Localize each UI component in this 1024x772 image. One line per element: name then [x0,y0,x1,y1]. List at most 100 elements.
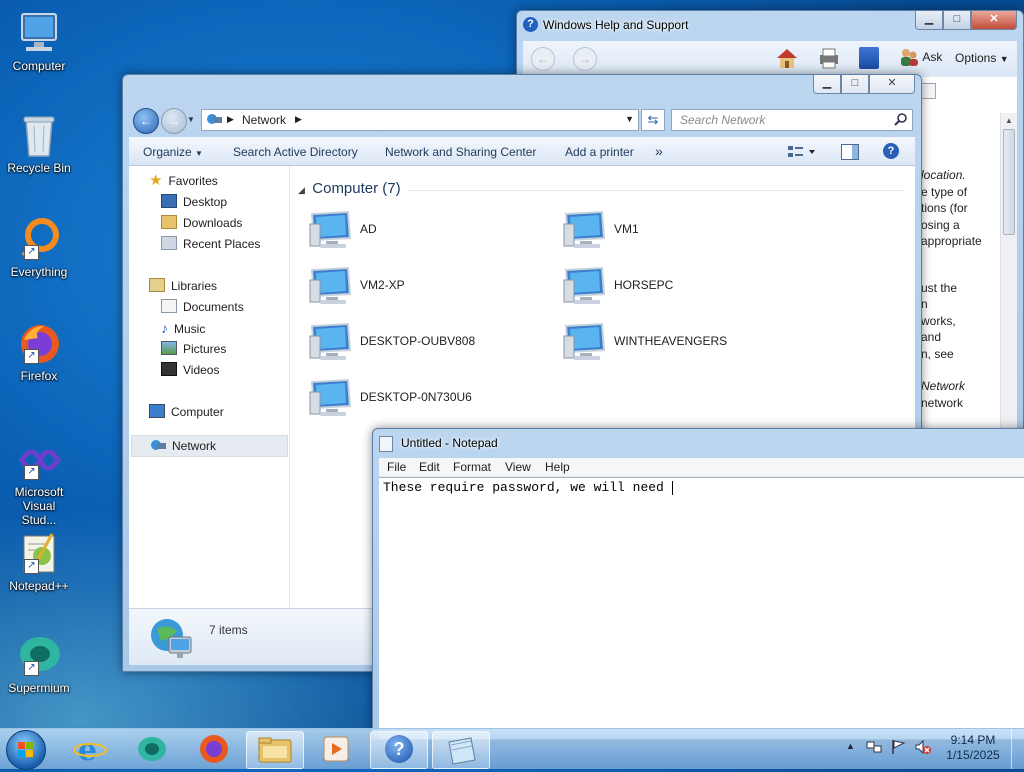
taskbar-firefox[interactable] [186,731,242,767]
nav-label: Music [174,322,206,336]
more-commands-button[interactable]: » [655,143,663,159]
nav-videos[interactable]: Videos [161,361,219,379]
close-button[interactable]: ✕ [869,75,915,94]
item-count: 7 items [209,623,248,637]
desktop-icon-recycle-bin[interactable]: Recycle Bin [4,112,74,175]
recent-places-icon [161,236,177,250]
star-icon: ★ [149,172,163,189]
computer-icon [308,210,352,250]
notepadpp-icon: ↗ [16,530,62,576]
nav-libraries[interactable]: Libraries [149,277,217,295]
scroll-up-arrow[interactable]: ▲ [1001,113,1017,129]
nav-downloads[interactable]: Downloads [161,214,242,232]
search-help-button[interactable] [920,83,936,99]
menu-format[interactable]: Format [453,460,491,474]
desktop-icon-label: Firefox [20,369,58,383]
taskbar-windows-explorer[interactable] [246,731,304,769]
help-line: e type of [921,184,968,199]
minimize-button[interactable]: ▁ [813,75,841,94]
nav-label: Pictures [183,342,227,356]
internet-explorer-icon: e [73,733,107,768]
action-center-flag-icon[interactable] [890,739,906,755]
desktop-icon-label: Notepad++ [9,579,69,593]
notepad-text-area[interactable]: These require password, we will need [379,477,1024,739]
search-input[interactable]: Search Network [671,109,913,131]
back-button[interactable]: ← [133,108,159,134]
breadcrumb-separator: ▶ [227,114,234,124]
nav-pictures[interactable]: Pictures [161,340,226,358]
desktop-icon-firefox[interactable]: ↗ Firefox [4,320,74,383]
computer-name: HORSEPC [614,278,674,292]
organize-button[interactable]: Organize ▼ [143,145,203,159]
nav-computer[interactable]: Computer [149,403,224,421]
nav-recent-places[interactable]: Recent Places [161,235,260,253]
taskbar-notepad[interactable] [432,731,490,769]
options-button[interactable]: Options ▼ [955,51,1009,65]
everything-search-icon: ↗ [16,216,62,262]
help-line: appropriate [921,234,982,248]
refresh-button[interactable]: ⇆ [641,109,665,131]
firefox-icon [200,735,228,763]
desktop-icon-computer[interactable]: Computer [4,10,74,73]
window-title: Windows Help and Support [543,18,689,32]
desktop-icon-supermium[interactable]: ↗ Supermium [4,632,74,695]
firefox-icon: ↗ [16,320,62,366]
breadcrumb-network[interactable]: Network [242,113,286,127]
print-icon[interactable] [817,47,841,69]
breadcrumb-separator: ▶ [295,114,302,124]
ask-button[interactable]: Ask [899,47,942,69]
maximize-button[interactable]: □ [841,75,869,94]
forward-button[interactable]: → [573,47,597,71]
address-dropdown[interactable]: ▼ [625,114,634,124]
add-printer-button[interactable]: Add a printer [565,145,634,159]
nav-network-selected[interactable]: Network [131,435,288,457]
help-icon[interactable]: ? [883,143,899,159]
preview-pane-icon[interactable] [841,144,859,160]
volume-muted-icon[interactable] [914,739,932,755]
window-title: Untitled - Notepad [401,436,498,450]
menu-view[interactable]: View [505,460,531,474]
nav-desktop[interactable]: Desktop [161,193,227,211]
back-button[interactable]: ← [531,47,555,71]
windows-logo-icon [18,742,33,757]
desktop-icon-notepadpp[interactable]: ↗ Notepad++ [4,530,74,593]
view-options-icon[interactable] [787,145,817,159]
menu-help[interactable]: Help [545,460,570,474]
nav-documents[interactable]: Documents [161,298,244,316]
menu-file[interactable]: File [387,460,406,474]
nav-label: Downloads [183,216,243,230]
maximize-button[interactable]: □ [943,11,971,30]
taskbar: e ? ▲ 9:14 PM 1/15/2025 [0,728,1024,770]
text-caret [672,481,673,495]
desktop-icon-visual-studio[interactable]: ↗ Microsoft Visual Stud... [4,436,74,527]
notepad-window[interactable]: Untitled - Notepad File Edit Format View… [372,428,1024,740]
recent-pages-dropdown[interactable]: ▼ [187,115,195,124]
forward-button[interactable]: → [161,108,187,134]
scroll-thumb[interactable] [1003,129,1015,235]
nav-label: Libraries [171,279,218,293]
group-header-computer[interactable]: ◢ Computer (7) [298,180,905,200]
help-line: ust the [921,280,958,295]
organize-label: Organize [143,145,192,159]
browse-help-icon[interactable] [859,47,879,69]
taskbar-supermium[interactable] [124,731,180,767]
show-desktop-button[interactable] [1011,729,1024,769]
minimize-button[interactable]: ▁ [915,11,943,30]
tray-show-hidden[interactable]: ▲ [846,741,855,751]
network-tray-icon[interactable] [866,739,882,755]
nav-favorites[interactable]: ★ Favorites [149,172,218,190]
taskbar-help-and-support[interactable]: ? [370,731,428,769]
clock[interactable]: 9:14 PM 1/15/2025 [940,733,1006,763]
close-button[interactable]: ✕ [971,11,1017,30]
start-button[interactable] [6,730,46,770]
search-active-directory-button[interactable]: Search Active Directory [233,145,358,159]
menu-edit[interactable]: Edit [419,460,440,474]
taskbar-internet-explorer[interactable]: e [62,731,118,768]
home-icon[interactable] [775,47,799,69]
desktop-icon-everything[interactable]: ↗ Everything [4,216,74,279]
address-bar[interactable]: ▶ Network ▶ ▼ [201,109,639,131]
nav-music[interactable]: ♪ Music [161,319,205,337]
taskbar-media-player[interactable] [308,731,364,767]
network-sharing-center-button[interactable]: Network and Sharing Center [385,145,536,159]
media-player-icon [323,736,349,762]
